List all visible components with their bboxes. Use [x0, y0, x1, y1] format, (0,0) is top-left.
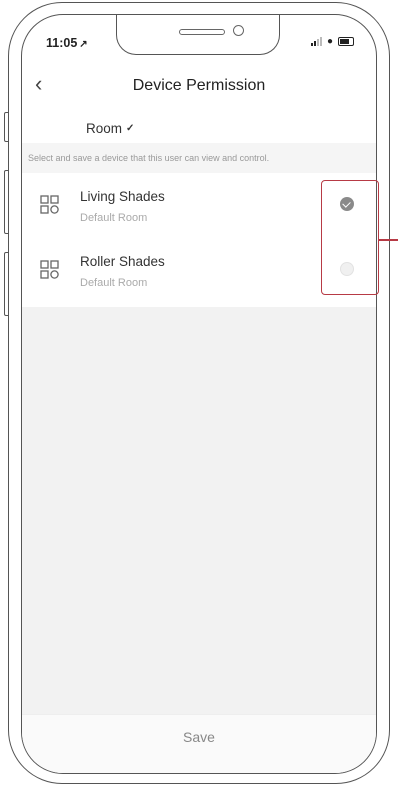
speaker	[179, 29, 225, 35]
device-room: Default Room	[80, 277, 148, 289]
room-dropdown[interactable]: Room ✓	[86, 121, 134, 136]
empty-content-area	[22, 307, 376, 715]
device-name: Roller Shades	[80, 254, 165, 269]
phone-screen: 11:05 ↗ ● ‹ Device Permission Room ✓ Sele…	[21, 14, 377, 774]
device-group-icon	[40, 195, 59, 214]
footer-bar: Save	[22, 714, 376, 773]
page-title: Device Permission	[132, 77, 266, 94]
status-time: 11:05 ↗	[46, 36, 88, 50]
callout-line	[379, 239, 398, 241]
device-group-icon	[40, 260, 59, 279]
status-icons: ●	[310, 36, 354, 47]
location-icon: ↗	[79, 39, 88, 50]
save-button[interactable]: Save	[22, 729, 376, 745]
device-name: Living Shades	[80, 189, 165, 204]
camera	[233, 25, 244, 36]
signal-icon	[310, 37, 322, 46]
permission-hint: Select and save a device that this user …	[22, 143, 376, 173]
chevron-down-icon: ✓	[126, 123, 135, 134]
notch	[116, 15, 280, 55]
device-room: Default Room	[80, 212, 148, 224]
battery-icon	[338, 37, 354, 46]
wifi-icon: ●	[326, 36, 333, 47]
checkbox-highlight-box	[321, 180, 379, 295]
room-dropdown-label: Room	[86, 121, 123, 136]
